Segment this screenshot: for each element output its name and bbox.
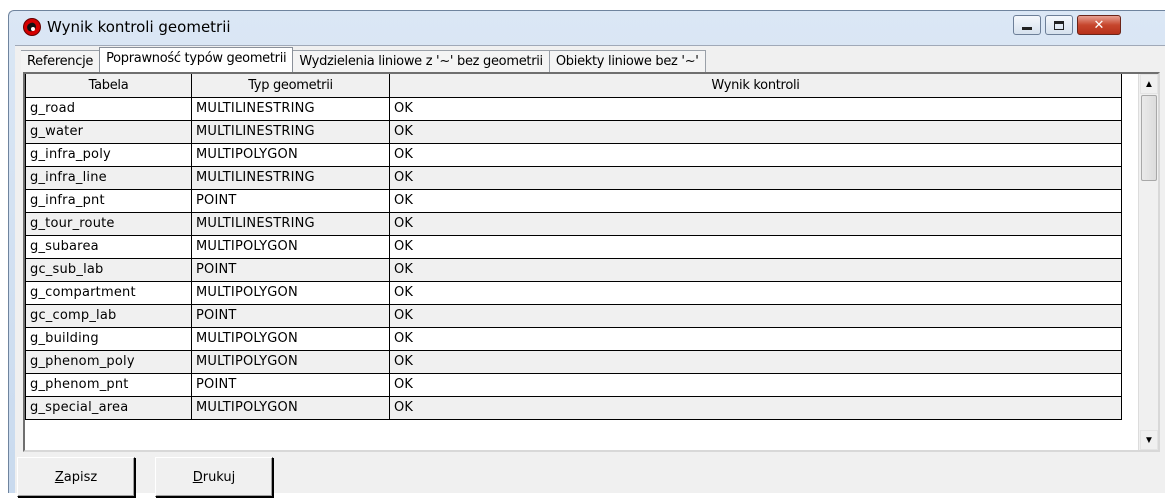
cell-wynik-kontroli[interactable]: OK <box>389 235 1122 259</box>
print-button-mnemonic: D <box>192 469 203 485</box>
cell-tabela[interactable]: g_road <box>25 97 192 121</box>
cell-typ-geometrii[interactable]: POINT <box>191 189 390 213</box>
column-header-typ-geometrii[interactable]: Typ geometrii <box>191 74 390 98</box>
cell-wynik-kontroli[interactable]: OK <box>389 396 1122 420</box>
cell-typ-geometrii[interactable]: MULTIPOLYGON <box>191 143 390 167</box>
print-button[interactable]: Drukuj <box>155 457 273 497</box>
window-title: Wynik kontroli geometrii <box>47 18 231 36</box>
cell-tabela[interactable]: g_infra_line <box>25 166 192 190</box>
dialog-window: Wynik kontroli geometrii ✕ Referencje Po… <box>8 10 1165 497</box>
cell-tabela[interactable]: gc_comp_lab <box>25 304 192 328</box>
close-button[interactable]: ✕ <box>1077 15 1121 35</box>
cell-typ-geometrii[interactable]: MULTIPOLYGON <box>191 327 390 351</box>
cell-wynik-kontroli[interactable]: OK <box>389 350 1122 374</box>
cell-wynik-kontroli[interactable]: OK <box>389 189 1122 213</box>
cell-typ-geometrii[interactable]: MULTILINESTRING <box>191 212 390 236</box>
table-row[interactable]: g_infra_pnt POINT OK <box>25 189 1122 213</box>
cell-wynik-kontroli[interactable]: OK <box>389 281 1122 305</box>
cell-tabela[interactable]: g_phenom_pnt <box>25 373 192 397</box>
cell-tabela[interactable]: g_water <box>25 120 192 144</box>
dialog-client-area: Referencje Poprawność typów geometrii Wy… <box>15 45 1165 497</box>
button-bar: Zapisz Drukuj <box>15 454 1165 499</box>
cell-tabela[interactable]: g_phenom_poly <box>25 350 192 374</box>
cell-tabela[interactable]: g_compartment <box>25 281 192 305</box>
tab-poprawnosc-typow-geometrii[interactable]: Poprawność typów geometrii <box>99 47 294 72</box>
tab-obiekty-liniowe[interactable]: Obiekty liniowe bez '~' <box>548 50 706 72</box>
cell-tabela[interactable]: g_tour_route <box>25 212 192 236</box>
tab-referencje[interactable]: Referencje <box>21 50 101 72</box>
cell-wynik-kontroli[interactable]: OK <box>389 166 1122 190</box>
print-button-label: rukuj <box>202 469 236 485</box>
cell-typ-geometrii[interactable]: MULTIPOLYGON <box>191 281 390 305</box>
table-row[interactable]: g_tour_route MULTILINESTRING OK <box>25 212 1122 236</box>
cell-typ-geometrii[interactable]: POINT <box>191 258 390 282</box>
table-row[interactable]: g_phenom_poly MULTIPOLYGON OK <box>25 350 1122 374</box>
arrow-up-icon: ▲ <box>1144 78 1154 90</box>
column-header-tabela[interactable]: Tabela <box>25 74 192 98</box>
table-header-row: Tabela Typ geometrii Wynik kontroli <box>25 74 1122 98</box>
cell-tabela[interactable]: g_infra_pnt <box>25 189 192 213</box>
table-row[interactable]: g_infra_line MULTILINESTRING OK <box>25 166 1122 190</box>
cell-typ-geometrii[interactable]: POINT <box>191 373 390 397</box>
cell-typ-geometrii[interactable]: MULTILINESTRING <box>191 97 390 121</box>
column-header-wynik-kontroli[interactable]: Wynik kontroli <box>389 74 1122 98</box>
cell-typ-geometrii[interactable]: MULTIPOLYGON <box>191 235 390 259</box>
close-icon: ✕ <box>1093 17 1105 32</box>
maximize-button[interactable] <box>1045 15 1073 35</box>
cell-wynik-kontroli[interactable]: OK <box>389 258 1122 282</box>
cell-wynik-kontroli[interactable]: OK <box>389 97 1122 121</box>
cell-wynik-kontroli[interactable]: OK <box>389 373 1122 397</box>
cell-wynik-kontroli[interactable]: OK <box>389 143 1122 167</box>
scroll-thumb[interactable] <box>1141 95 1157 181</box>
cell-wynik-kontroli[interactable]: OK <box>389 304 1122 328</box>
tab-strip: Referencje Poprawność typów geometrii Wy… <box>21 47 706 72</box>
minimize-icon <box>1022 26 1032 30</box>
table-row[interactable]: g_water MULTILINESTRING OK <box>25 120 1122 144</box>
table-body: g_road MULTILINESTRING OK g_water MULTILINES… <box>25 97 1122 420</box>
table-row[interactable]: g_special_area MULTIPOLYGON OK <box>25 396 1122 420</box>
cell-typ-geometrii[interactable]: MULTILINESTRING <box>191 120 390 144</box>
cell-typ-geometrii[interactable]: MULTIPOLYGON <box>191 396 390 420</box>
results-grid[interactable]: Tabela Typ geometrii Wynik kontroli g_ro… <box>23 72 1160 452</box>
cell-wynik-kontroli[interactable]: OK <box>389 212 1122 236</box>
results-table: Tabela Typ geometrii Wynik kontroli g_ro… <box>25 74 1122 420</box>
table-row[interactable]: g_infra_poly MULTIPOLYGON OK <box>25 143 1122 167</box>
scroll-down-button[interactable]: ▼ <box>1140 430 1158 450</box>
app-logo-icon <box>23 18 41 36</box>
table-row[interactable]: g_building MULTIPOLYGON OK <box>25 327 1122 351</box>
cell-typ-geometrii[interactable]: POINT <box>191 304 390 328</box>
tab-wydzielenia-liniowe[interactable]: Wydzielenia liniowe z '~' bez geometrii <box>292 50 550 72</box>
cell-tabela[interactable]: g_subarea <box>25 235 192 259</box>
cell-tabela[interactable]: g_infra_poly <box>25 143 192 167</box>
cell-wynik-kontroli[interactable]: OK <box>389 120 1122 144</box>
cell-tabela[interactable]: g_building <box>25 327 192 351</box>
arrow-down-icon: ▼ <box>1144 434 1154 446</box>
save-button[interactable]: Zapisz <box>17 457 135 497</box>
cell-typ-geometrii[interactable]: MULTILINESTRING <box>191 166 390 190</box>
scroll-up-button[interactable]: ▲ <box>1140 74 1158 94</box>
cell-typ-geometrii[interactable]: MULTIPOLYGON <box>191 350 390 374</box>
save-button-mnemonic: Z <box>54 469 64 485</box>
cell-tabela[interactable]: g_special_area <box>25 396 192 420</box>
table-row[interactable]: g_road MULTILINESTRING OK <box>25 97 1122 121</box>
maximize-icon <box>1054 20 1064 30</box>
save-button-label: apisz <box>63 469 98 485</box>
cell-wynik-kontroli[interactable]: OK <box>389 327 1122 351</box>
cell-tabela[interactable]: gc_sub_lab <box>25 258 192 282</box>
title-bar[interactable]: Wynik kontroli geometrii ✕ <box>9 11 1165 45</box>
vertical-scrollbar[interactable]: ▲ ▼ <box>1138 74 1158 450</box>
minimize-button[interactable] <box>1013 15 1041 35</box>
table-row[interactable]: g_compartment MULTIPOLYGON OK <box>25 281 1122 305</box>
table-row[interactable]: gc_comp_lab POINT OK <box>25 304 1122 328</box>
table-row[interactable]: g_phenom_pnt POINT OK <box>25 373 1122 397</box>
table-row[interactable]: g_subarea MULTIPOLYGON OK <box>25 235 1122 259</box>
table-row[interactable]: gc_sub_lab POINT OK <box>25 258 1122 282</box>
